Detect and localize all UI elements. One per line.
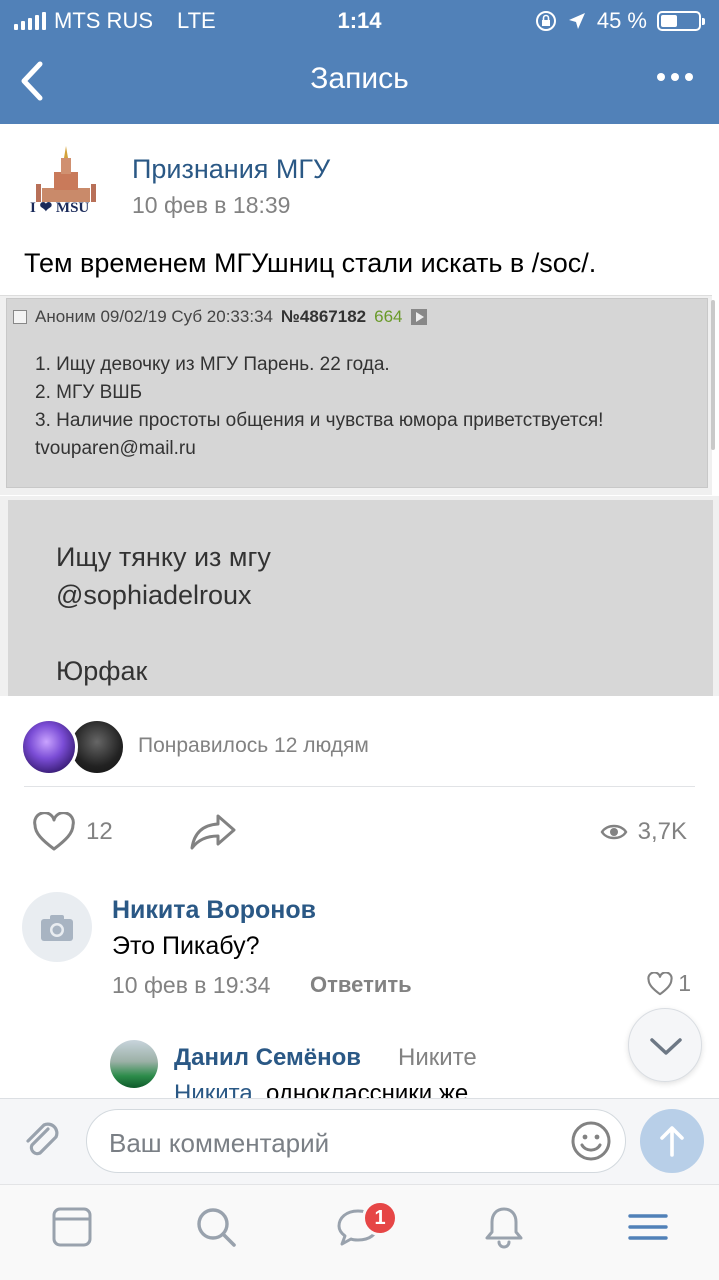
heart-icon — [647, 971, 673, 995]
views-count: 3,7K — [637, 818, 687, 845]
image1-line: tvouparen@mail.ru — [35, 438, 196, 459]
comment-author[interactable]: Никита Воронов — [112, 896, 316, 925]
camera-icon — [41, 915, 73, 941]
send-button[interactable] — [640, 1109, 704, 1173]
scroll-down-button[interactable] — [628, 1008, 702, 1082]
image2-line: Юрфак — [56, 656, 148, 686]
paperclip-icon — [26, 1122, 59, 1156]
eye-icon — [600, 824, 628, 840]
arrow-up-icon — [660, 1126, 684, 1157]
image2-line: Ищу тянку из мгу — [56, 542, 271, 572]
comment-text: Это Пикабу? — [112, 932, 260, 960]
tab-news[interactable] — [48, 1203, 96, 1251]
attach-button[interactable] — [18, 1117, 66, 1165]
post-image-2[interactable]: Ищу тянку из мгу @sophiadelroux Юрфак — [0, 496, 719, 696]
like-button[interactable]: 12 — [32, 808, 122, 856]
newsfeed-icon — [52, 1207, 92, 1247]
comment-placeholder: Ваш комментарий — [109, 1128, 330, 1158]
tab-bar — [0, 1184, 719, 1280]
image1-line: 2. МГУ ВШБ — [35, 382, 143, 403]
post-actions: 12 3,7K — [0, 806, 719, 858]
comment-like-count: 1 — [678, 970, 691, 996]
image1-line: 1. Ищу девочку из МГУ Парень. 22 года. — [35, 354, 390, 375]
more-dots-icon — [657, 73, 693, 81]
post-date: 10 фев в 18:39 — [132, 192, 291, 218]
image1-author: Аноним 09/02/19 Суб 20:33:34 — [35, 307, 273, 326]
smile-icon[interactable] — [569, 1119, 613, 1163]
image1-number: №4867182 — [280, 307, 367, 326]
reply-author[interactable]: Данил Семёнов — [174, 1044, 361, 1072]
menu-icon — [628, 1214, 668, 1240]
heart-icon — [33, 812, 75, 851]
reply-avatar[interactable] — [110, 1040, 158, 1088]
avatar — [20, 718, 78, 776]
tab-notifications[interactable] — [480, 1203, 528, 1251]
comment-like-button[interactable]: 1 — [646, 970, 691, 997]
group-avatar[interactable]: I ❤ MSU — [24, 146, 110, 226]
tab-menu[interactable] — [624, 1203, 672, 1251]
share-button[interactable] — [188, 810, 240, 854]
logo-text: I ❤ MSU — [30, 200, 90, 216]
page-title: Запись — [310, 62, 409, 95]
status-bar: MTS RUS LTE 1:14 45 % — [0, 0, 719, 40]
location-arrow-icon — [568, 13, 585, 29]
comment-date: 10 фев в 19:34 — [112, 972, 271, 998]
comment-composer: Ваш комментарий — [0, 1098, 719, 1184]
image1-count: 664 — [374, 307, 403, 326]
like-count: 12 — [86, 818, 113, 845]
likers-avatars[interactable] — [20, 718, 130, 778]
battery-percent: 45 % — [596, 8, 647, 33]
image1-line: 3. Наличие простоты общения и чувства юм… — [35, 410, 604, 431]
views-counter: 3,7K — [600, 818, 687, 846]
image2-line — [56, 614, 271, 652]
messages-badge: 1 — [362, 1200, 398, 1236]
tab-search[interactable] — [192, 1203, 240, 1251]
image2-line: @sophiadelroux — [56, 580, 252, 610]
play-icon — [410, 309, 427, 325]
chevron-down-icon — [650, 1038, 682, 1055]
group-name-link[interactable]: Признания МГУ — [132, 154, 330, 185]
comment-avatar[interactable] — [22, 892, 92, 962]
comment-input[interactable]: Ваш комментарий — [86, 1109, 626, 1173]
reply-to: Никите — [398, 1044, 477, 1071]
search-icon — [197, 1208, 236, 1247]
checkbox-icon — [13, 310, 27, 324]
share-arrow-icon — [190, 814, 236, 850]
battery-icon — [657, 11, 705, 31]
image-scrollbar[interactable] — [711, 300, 715, 450]
post-image-1[interactable]: Аноним 09/02/19 Суб 20:33:34 №4867182 66… — [0, 295, 712, 495]
divider — [24, 786, 695, 787]
bell-icon — [485, 1207, 523, 1249]
reply-button[interactable]: Ответить — [310, 972, 412, 998]
rotation-lock-icon — [535, 11, 556, 31]
more-button[interactable] — [655, 64, 695, 98]
likes-summary[interactable]: Понравилось 12 людям — [138, 734, 369, 758]
post-text: Тем временем МГУшниц стали искать в /soc… — [24, 248, 597, 278]
post-header: I ❤ MSU Признания МГУ 10 фев в 18:39 — [24, 146, 704, 226]
header-bar: MTS RUS LTE 1:14 45 % Запись — [0, 0, 719, 124]
